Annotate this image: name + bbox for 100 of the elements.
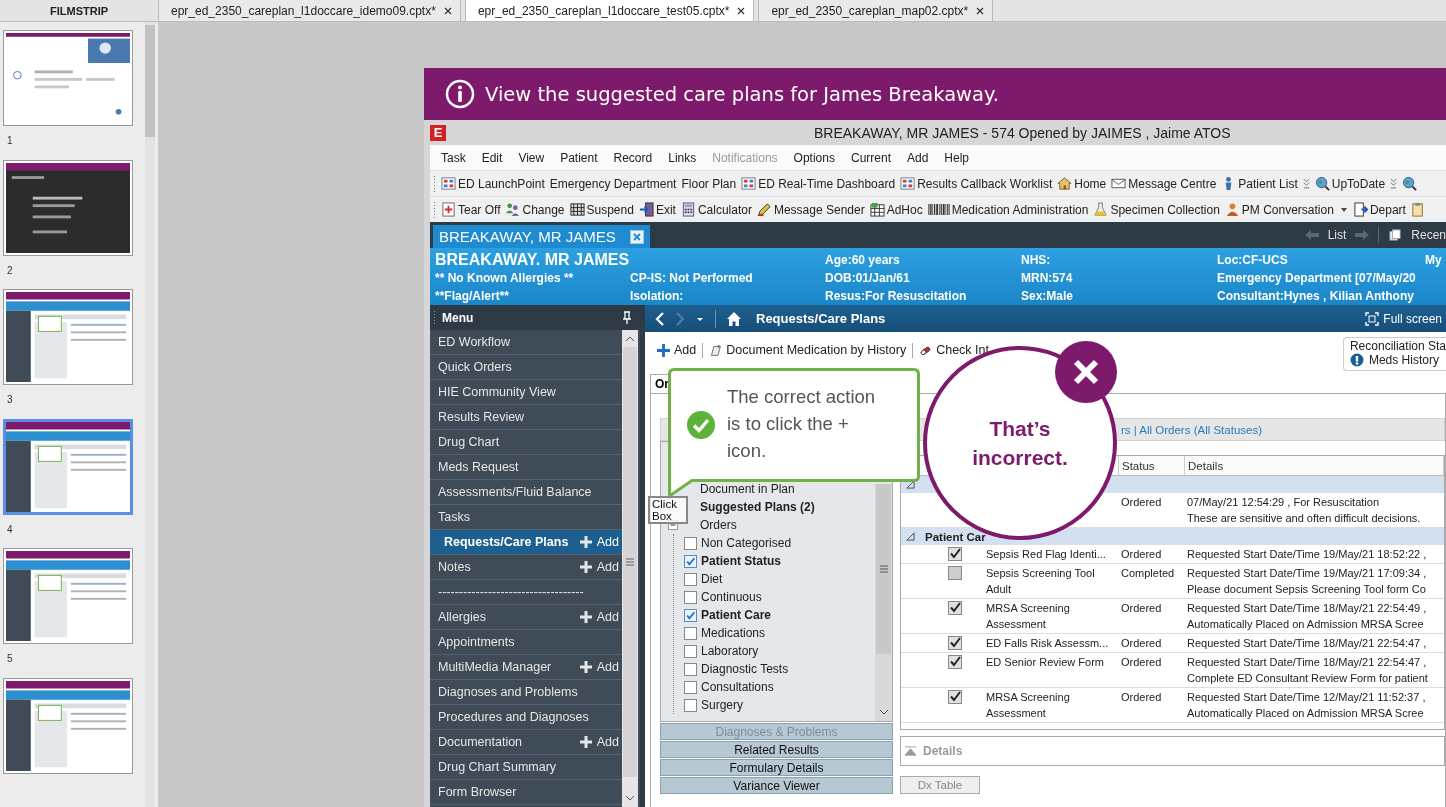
column-header[interactable]: Details (1185, 456, 1444, 475)
tree-item[interactable]: Surgery (701, 698, 744, 712)
toolbar-button[interactable]: UpToDate (1314, 176, 1386, 191)
toolbar-button[interactable]: Message Sender (756, 202, 865, 217)
full-screen-button[interactable]: Full screen (1365, 311, 1442, 326)
overflow-icon[interactable] (1390, 176, 1398, 191)
collapse-icon[interactable] (904, 745, 917, 757)
pin-icon[interactable] (622, 310, 632, 325)
grip-handle[interactable] (433, 174, 436, 193)
menu-item[interactable]: Options (785, 150, 843, 165)
close-icon[interactable] (737, 6, 746, 15)
tree-item[interactable]: Patient Care (701, 608, 772, 622)
toolbar-button[interactable]: AdHoc (869, 202, 923, 217)
menu-item[interactable]: Current (842, 150, 899, 165)
tree-item[interactable]: Diagnostic Tests (701, 662, 789, 676)
file-tab[interactable]: epr_ed_2350_careplan_l1doccare_test05.cptx* (464, 0, 755, 21)
filter-link[interactable]: rs | All Orders (All Statuses) (1121, 423, 1263, 436)
menu-item[interactable]: Requests/Care Plans Add (430, 530, 622, 555)
collapse-icon[interactable] (906, 480, 915, 489)
checkbox[interactable] (948, 601, 962, 615)
checkbox[interactable] (948, 566, 962, 580)
toolbar-button[interactable]: Emergency Department (549, 176, 677, 191)
toolbar-button[interactable]: Specimen Collection (1093, 202, 1220, 217)
grip-handle[interactable] (433, 200, 436, 219)
toolbar-button[interactable]: Calculator (680, 202, 752, 217)
scrollbar-thumb[interactable] (145, 25, 155, 137)
menu-item[interactable]: Allergies Add (430, 605, 622, 630)
checkbox[interactable] (684, 644, 697, 658)
scrollbar[interactable] (875, 484, 892, 721)
menu-item[interactable]: View (510, 150, 553, 165)
overflow-icon[interactable] (1302, 176, 1310, 191)
panel-button[interactable]: Formulary Details (660, 759, 893, 776)
scrollbar[interactable] (622, 330, 638, 807)
checkbox[interactable] (948, 636, 962, 650)
home-icon[interactable] (726, 310, 742, 327)
menu-item[interactable]: Add (899, 150, 937, 165)
collapse-icon[interactable] (906, 532, 915, 541)
scrollbar[interactable] (145, 22, 155, 807)
menu-item[interactable]: Record (605, 150, 661, 165)
action-button[interactable]: Add (657, 343, 697, 357)
tree-item[interactable]: Orders (700, 518, 737, 532)
column-header[interactable]: Status (1119, 456, 1185, 475)
toolbar-button[interactable]: Medication Administration (927, 202, 1089, 217)
menu-item[interactable]: Patient (552, 150, 606, 165)
tree-item[interactable]: Patient Status (701, 554, 781, 568)
click-box[interactable]: Click Box (648, 496, 688, 524)
toolbar-button[interactable]: ED Real-Time Dashboard (741, 176, 896, 191)
close-icon[interactable] (443, 6, 452, 15)
menu-item[interactable]: Edit (473, 150, 511, 165)
toolbar-button[interactable]: Depart (1352, 202, 1406, 217)
menu-item[interactable]: Documentation Add (430, 730, 622, 755)
add-button[interactable]: Add (579, 535, 619, 549)
toolbar-button[interactable]: Message Centre (1111, 176, 1217, 191)
checkbox[interactable] (684, 554, 697, 568)
panel-button[interactable]: Related Results (660, 741, 893, 758)
checkbox[interactable] (684, 608, 697, 622)
file-tab[interactable]: epr_ed_2350_careplan_l1doccare_idemo09.cptx* (158, 0, 461, 21)
add-button[interactable]: Add (579, 610, 619, 624)
list-button[interactable]: List (1327, 228, 1347, 242)
tree-item[interactable]: Laboratory (701, 644, 759, 658)
cross-icon[interactable] (1055, 341, 1117, 403)
toolbar-button[interactable]: Tear Off (441, 202, 501, 217)
menu-item[interactable]: Task (433, 150, 474, 165)
add-button[interactable]: Add (579, 560, 619, 574)
checkbox[interactable] (948, 655, 962, 669)
checkbox[interactable] (684, 626, 697, 640)
add-button[interactable]: Add (579, 735, 619, 749)
scroll-down-icon[interactable] (878, 708, 889, 716)
menu-item[interactable]: Help (936, 150, 978, 165)
toolbar-button[interactable]: Floor Plan (681, 176, 737, 191)
tree-item[interactable]: Consultations (701, 680, 774, 694)
checkbox[interactable] (684, 536, 697, 550)
checkbox[interactable] (684, 680, 697, 694)
tree-item[interactable]: Suggested Plans (2) (700, 498, 815, 516)
checkbox[interactable] (948, 690, 962, 704)
close-icon[interactable] (976, 6, 985, 15)
add-button[interactable]: Add (579, 660, 619, 674)
toolbar-button[interactable]: ED LaunchPoint (441, 176, 545, 191)
toolbar-button[interactable]: PM Conversation (1224, 202, 1348, 217)
checkbox[interactable] (684, 590, 697, 604)
back-icon[interactable] (655, 311, 665, 326)
toolbar-button[interactable]: Suspend (569, 202, 634, 217)
toolbar-button[interactable]: Exit (638, 202, 676, 217)
scrollbar-thumb[interactable] (876, 484, 891, 654)
tree-item[interactable]: Document in Plan (700, 480, 795, 498)
toolbar-button[interactable]: Results Callback Worklist (900, 176, 1053, 191)
checkbox[interactable] (948, 547, 962, 561)
toolbar-button[interactable]: Home (1057, 176, 1107, 191)
scroll-up-icon[interactable] (625, 335, 635, 343)
recent-button[interactable]: Recen (1411, 228, 1446, 242)
checkbox[interactable] (684, 572, 697, 586)
menu-item[interactable]: Notes Add (430, 555, 622, 580)
action-button[interactable]: Document Medication by History (709, 343, 907, 357)
tree-item[interactable]: Non Categorised (701, 536, 792, 550)
scrollbar-thumb[interactable] (623, 347, 637, 777)
toolbar-button[interactable]: Change (505, 202, 565, 217)
meds-history-link[interactable]: Meds History (1349, 353, 1446, 367)
file-tab[interactable]: epr_ed_2350_careplan_map02.cptx* (758, 0, 994, 21)
tree-item[interactable]: Medications (701, 626, 766, 640)
menu-item[interactable]: Links (660, 150, 705, 165)
